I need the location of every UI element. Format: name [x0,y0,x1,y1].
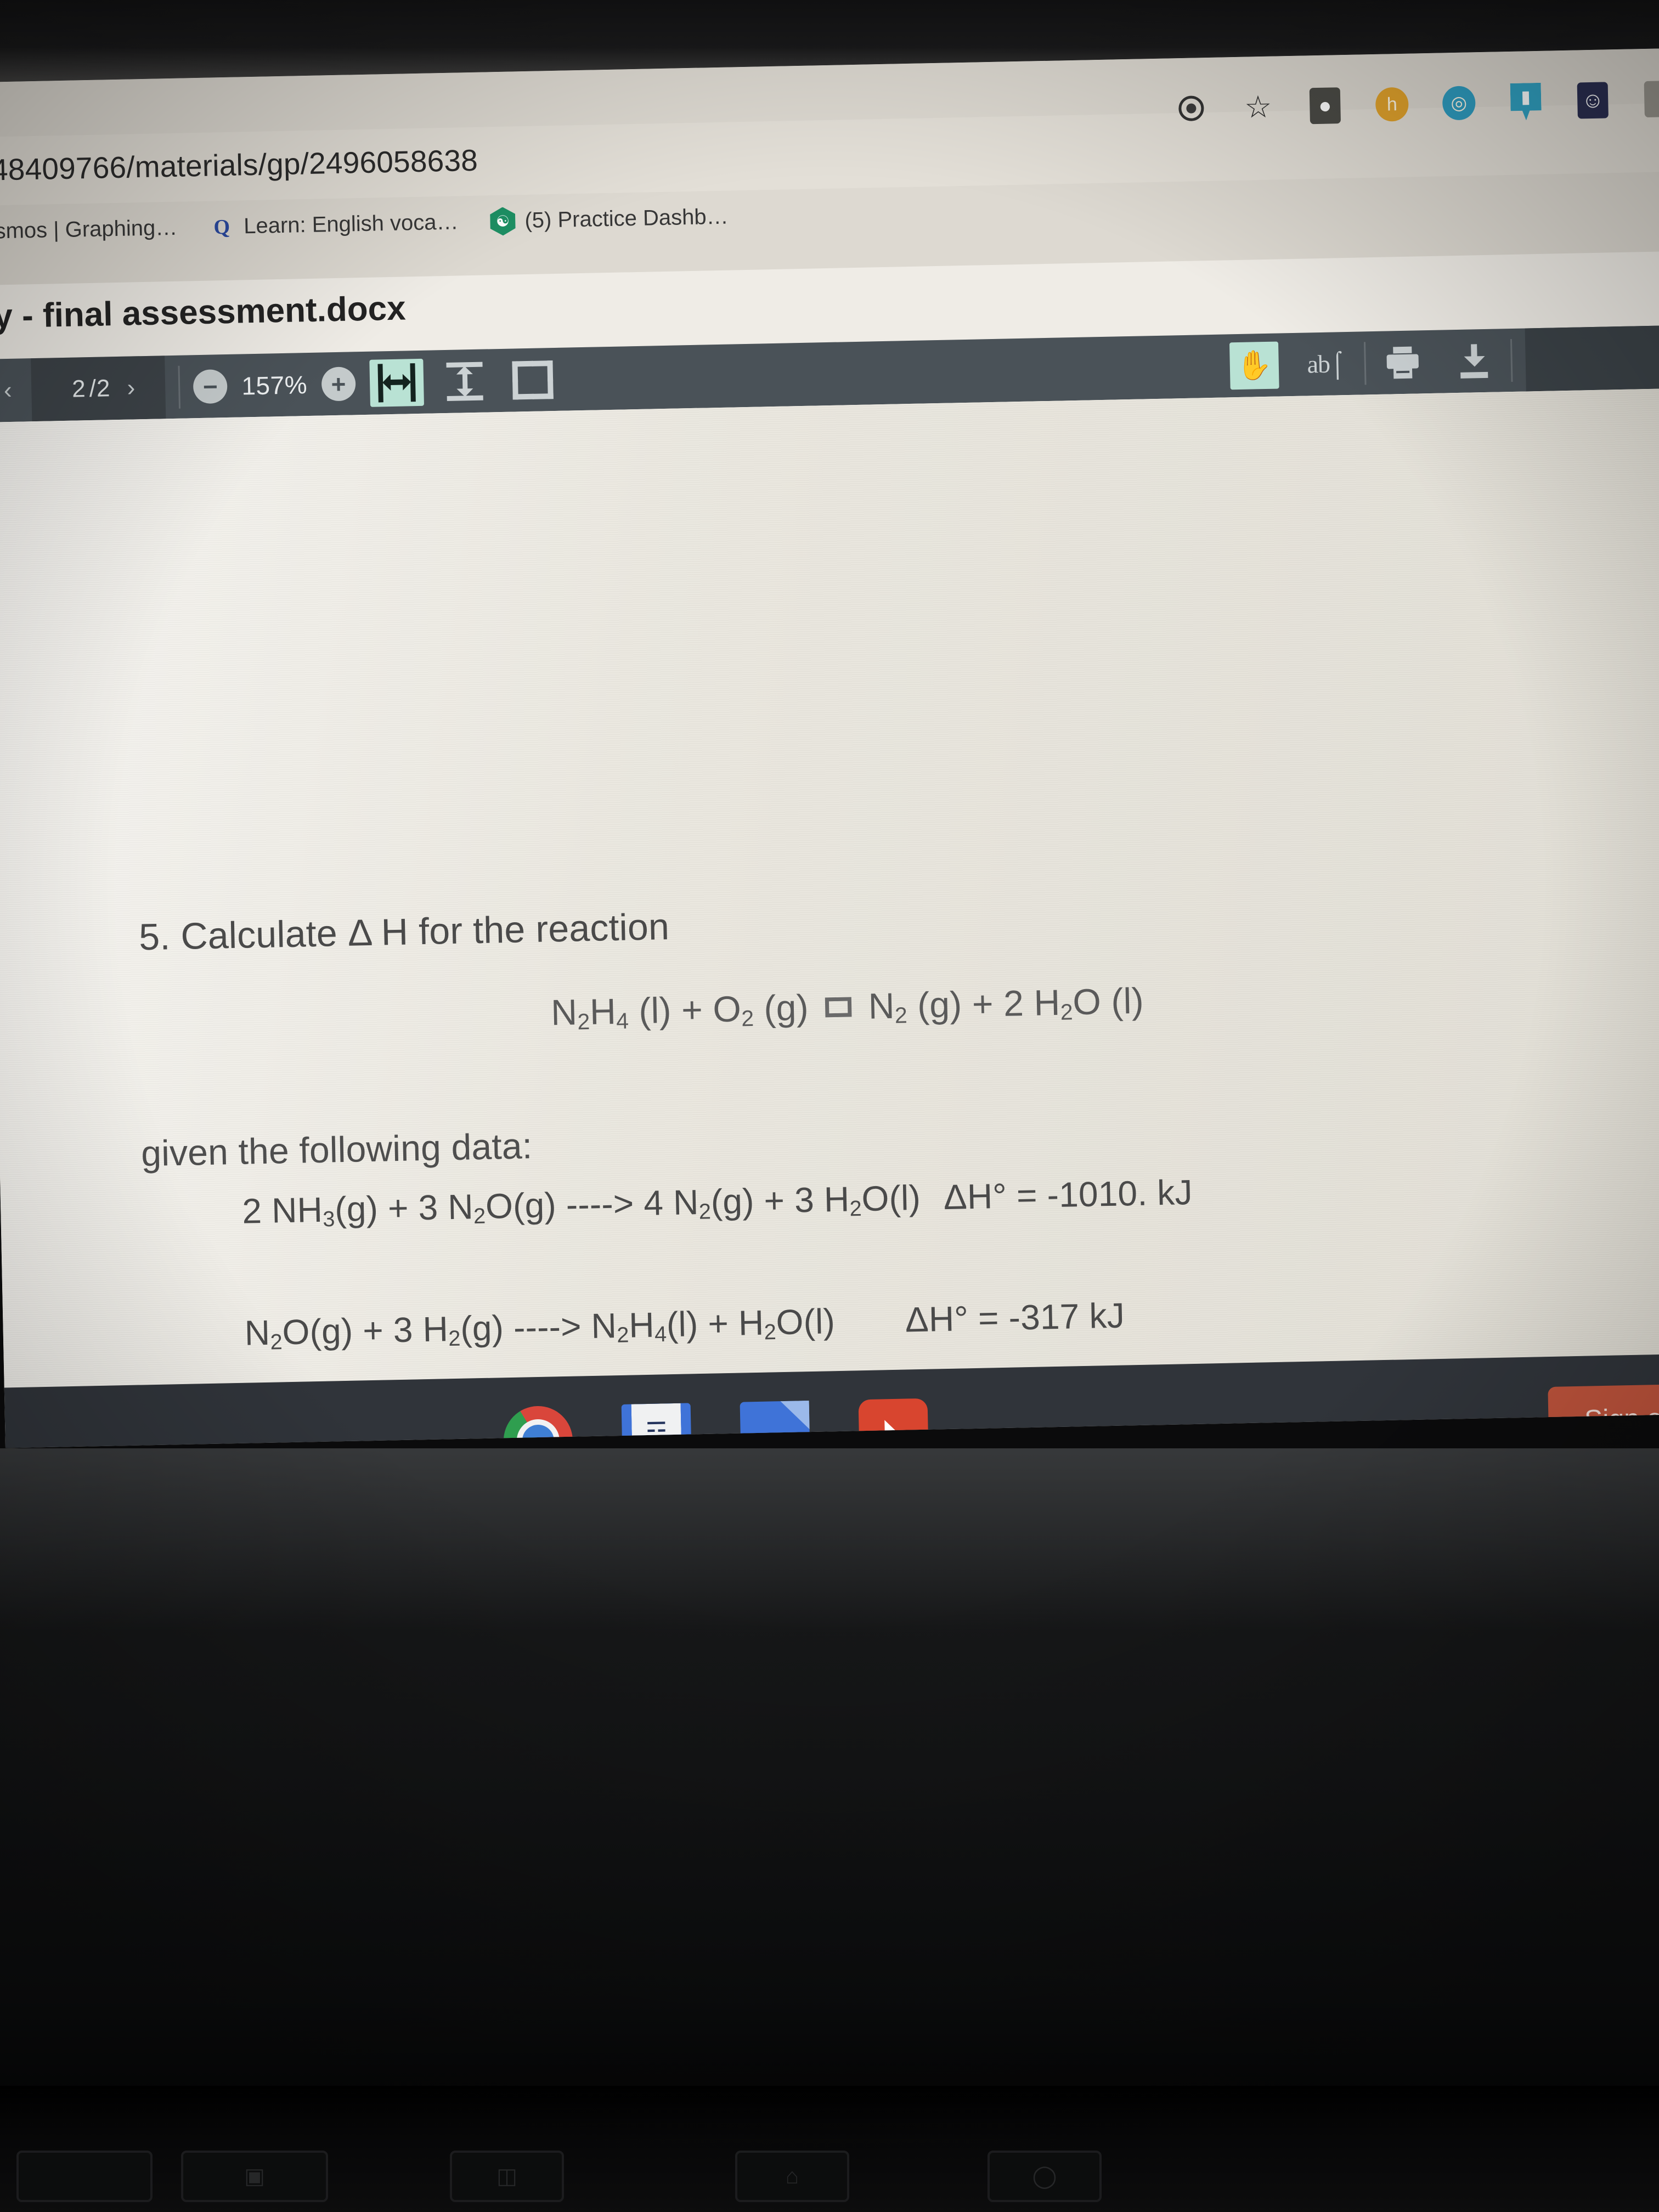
page-total-label: /2 [89,374,111,402]
keyboard-key: ◯ [988,2151,1102,2202]
toolbar-overflow-area[interactable] [1525,325,1659,392]
keyboard-key [16,2151,153,2202]
missing-arrow-glyph-icon [825,997,852,1018]
page-indicator[interactable]: 2 /2 › [31,356,166,422]
fullscreen-button[interactable] [505,356,560,404]
bookmark-label: Learn: English voca… [243,210,459,239]
text-cursor-icon: ab⌠ [1307,349,1345,379]
enthalpy-value-1: ΔH° = -1010. kJ [943,1172,1193,1217]
toolbar-right-group: ✋ ab⌠ [1229,325,1659,397]
zoom-in-button[interactable]: + [321,366,356,402]
hand-icon: ✋ [1236,349,1273,382]
extension-face-icon[interactable]: ☺ [1575,82,1611,119]
toolbar-divider-2 [1363,341,1367,385]
keyboard: ▣ ◫ ⌂ ◯ [0,2086,1659,2212]
main-equation-right: N2 (g) + 2 H2O (l) [868,980,1144,1028]
fit-height-icon [444,360,485,402]
bookmark-app-icon: ☲ [645,1417,668,1445]
given-data-label: given the following data: [140,1125,533,1174]
text-select-tool-button[interactable]: ab⌠ [1300,340,1352,388]
toolbar-divider [178,365,181,409]
fit-width-button[interactable] [369,358,424,407]
hand-tool-button[interactable]: ✋ [1229,341,1279,390]
download-icon [1458,343,1490,379]
keyboard-key: ⌂ [735,2151,849,2202]
profile-avatar-icon[interactable] [1642,80,1659,118]
share-icon[interactable] [1173,91,1209,126]
download-button[interactable] [1450,337,1498,385]
print-button[interactable] [1379,338,1427,387]
photo-of-chromebook-screen: 148409766/materials/gp/2496058638 ☆ ● h … [0,0,1659,2212]
sign-out-button[interactable]: Sign out [1547,1383,1659,1448]
browser-chrome: 148409766/materials/gp/2496058638 ☆ ● h … [0,48,1659,285]
extension-honey-icon[interactable]: h [1374,87,1410,122]
document-title: gy - final assessment.docx [0,289,407,336]
ixl-icon: ☯ [490,207,516,236]
docs-lines-icon [752,1433,783,1448]
zoom-out-button[interactable]: − [193,369,228,404]
bookmark-label: (5) Practice Dashb… [524,204,729,233]
shelf-app-google-docs[interactable]: ◎ [740,1401,811,1448]
shelf-app-bookmark[interactable]: ☲ [621,1403,692,1448]
keyboard-key: ◫ [450,2151,564,2202]
extension-pin-icon[interactable]: ▮ [1508,84,1544,120]
bookmark-item-desmos[interactable]: Desmos | Graphing… [0,216,178,245]
printer-icon [1386,346,1419,379]
prev-page-button[interactable]: ‹ [0,366,32,415]
document-page[interactable]: 5. Calculate Δ H for the reaction N2H4 (… [0,388,1659,1388]
bookmark-item-quizlet[interactable]: Q Learn: English voca… [209,210,459,240]
docs-badge-icon: ◎ [777,1438,808,1448]
shelf-app-list: ☲ ◎ [503,1398,929,1448]
extension-readwrite-icon[interactable]: ● [1307,87,1343,125]
page-current-input[interactable]: 2 [72,375,86,403]
desk-glow [0,1448,1659,1629]
keyboard-key: ▣ [181,2151,328,2202]
enthalpy-value-2: ΔH° = -317 kJ [905,1295,1125,1340]
main-equation-left: N2H4 (l) + O2 (g) [550,986,809,1035]
quizlet-icon: Q [213,215,230,239]
question-number: 5. [138,916,171,958]
below-screen-area: ▣ ◫ ⌂ ◯ [0,1448,1659,2212]
extension-globe-icon[interactable]: ◎ [1441,85,1477,121]
shelf-app-chrome[interactable] [503,1405,574,1448]
bookmark-item-practice-dashboard[interactable]: ☯ (5) Practice Dashb… [490,202,729,236]
paper-background [0,388,1659,1388]
toolbar-divider-3 [1510,338,1513,382]
fit-height-button[interactable] [437,357,492,405]
bookmark-label: Desmos | Graphing… [0,215,178,244]
fit-width-icon [376,363,417,402]
bookmark-star-icon[interactable]: ☆ [1240,89,1276,125]
shelf-app-youtube[interactable] [858,1398,929,1448]
browser-window: 148409766/materials/gp/2496058638 ☆ ● h … [0,48,1659,1448]
zoom-level-label: 157% [241,370,308,400]
next-page-button[interactable]: › [114,364,150,411]
fullscreen-icon [512,360,554,400]
